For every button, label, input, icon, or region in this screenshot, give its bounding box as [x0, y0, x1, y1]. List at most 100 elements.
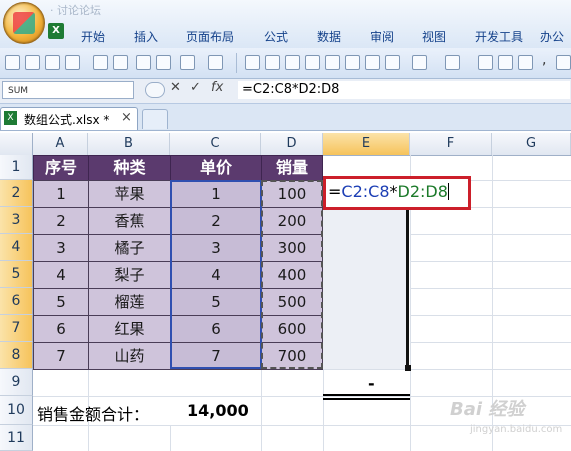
table-cell[interactable]: 6	[33, 315, 89, 343]
row-header-10[interactable]: 10	[0, 396, 33, 425]
cell-e9-value[interactable]: -	[368, 374, 375, 393]
row-header-3[interactable]: 3	[0, 207, 33, 234]
editing-cell-formula[interactable]: =C2:C8*D2:D8	[328, 182, 449, 201]
gridline	[410, 234, 571, 235]
copy-format-icon[interactable]	[5, 55, 20, 70]
close-icon[interactable]: ×	[121, 110, 132, 125]
row-header-2[interactable]: 2	[0, 180, 33, 207]
formula-range-d: D2:D8	[397, 182, 448, 201]
redo-icon[interactable]	[208, 55, 223, 70]
table-cell[interactable]: 2	[33, 207, 89, 235]
undo-icon[interactable]	[180, 55, 195, 70]
table-cell[interactable]: 榴莲	[88, 288, 171, 316]
number-format-icon[interactable]	[518, 55, 533, 70]
workbook-tab-label: 数组公式.xlsx *	[24, 113, 110, 127]
new-tab-button[interactable]	[142, 109, 168, 129]
merge-icon[interactable]	[478, 55, 493, 70]
table-cell[interactable]: 橘子	[88, 234, 171, 262]
tab-view[interactable]: 视图	[422, 28, 446, 46]
enter-icon[interactable]: ✓	[190, 80, 201, 95]
bold-icon[interactable]	[325, 55, 340, 70]
font-color-icon[interactable]	[412, 55, 427, 70]
office-button[interactable]	[3, 2, 45, 44]
header-cell-qty[interactable]: 销量	[261, 155, 323, 181]
gridline	[410, 315, 571, 316]
column-header-b[interactable]: B	[88, 133, 170, 155]
tab-page-layout[interactable]: 页面布局	[186, 28, 234, 46]
header-cell-index[interactable]: 序号	[33, 155, 89, 181]
italic-icon[interactable]	[345, 55, 360, 70]
align-left-icon[interactable]	[245, 55, 260, 70]
table-cell[interactable]: 5	[33, 288, 89, 316]
name-box[interactable]: SUM	[2, 81, 134, 99]
column-header-g[interactable]: G	[492, 133, 571, 155]
table-cell[interactable]: 苹果	[88, 180, 171, 208]
cut-icon[interactable]	[25, 55, 40, 70]
fill-handle[interactable]	[405, 365, 411, 371]
tab-data[interactable]: 数据	[317, 28, 341, 46]
row-header-9[interactable]: 9	[0, 369, 33, 396]
excel-app-icon[interactable]: X	[48, 23, 64, 39]
tab-home[interactable]: 开始	[81, 28, 105, 46]
table-cell[interactable]: 3	[33, 234, 89, 262]
column-header-f[interactable]: F	[410, 133, 492, 155]
comma-style-icon[interactable]: ,	[542, 52, 546, 68]
open-icon[interactable]	[65, 55, 80, 70]
column-header-a[interactable]: A	[33, 133, 88, 155]
align-center-icon[interactable]	[265, 55, 280, 70]
cancel-icon[interactable]: ✕	[170, 80, 181, 95]
table-cell[interactable]: 1	[33, 180, 89, 208]
row-header-4[interactable]: 4	[0, 234, 33, 261]
table-cell[interactable]: 7	[33, 342, 89, 370]
row-header-6[interactable]: 6	[0, 288, 33, 315]
save-icon[interactable]	[93, 55, 108, 70]
watermark-logo: Bai 经验	[450, 399, 525, 420]
row-header-7[interactable]: 7	[0, 315, 33, 342]
new-icon[interactable]	[45, 55, 60, 70]
table-cell[interactable]: 香蕉	[88, 207, 171, 235]
align-justify-icon[interactable]	[305, 55, 320, 70]
row-header-8[interactable]: 8	[0, 342, 33, 369]
tab-formulas[interactable]: 公式	[264, 28, 288, 46]
quick-access-text: · 讨论论坛	[50, 4, 101, 17]
column-header-e[interactable]: E	[323, 133, 410, 155]
table-cell[interactable]: 梨子	[88, 261, 171, 289]
excel-file-icon: X	[4, 111, 17, 125]
row-header-5[interactable]: 5	[0, 261, 33, 288]
align-right-icon[interactable]	[285, 55, 300, 70]
table-cell[interactable]: 山药	[88, 342, 171, 370]
table-cell[interactable]: 红果	[88, 315, 171, 343]
formula-operator: *	[389, 182, 398, 201]
insert-function-icon[interactable]: fx	[211, 80, 223, 95]
column-header-d[interactable]: D	[261, 133, 323, 155]
formula-input[interactable]: =C2:C8*D2:D8	[238, 81, 570, 99]
table-cell[interactable]: 4	[33, 261, 89, 289]
border-icon[interactable]	[445, 55, 460, 70]
text-cursor	[447, 183, 449, 200]
formula-range-c: C2:C8	[341, 182, 390, 201]
watermark-url: jingyan.baidu.com	[470, 424, 563, 435]
wrap-text-icon[interactable]	[498, 55, 513, 70]
tab-developer[interactable]: 开发工具	[475, 28, 523, 46]
tab-office[interactable]: 办公	[540, 28, 564, 46]
row-header-1[interactable]: 1	[0, 155, 33, 180]
total-label[interactable]: 销售金额合计：	[37, 401, 149, 425]
select-all-corner[interactable]	[0, 133, 33, 155]
decimal-icon[interactable]	[556, 55, 571, 70]
tab-review[interactable]: 审阅	[370, 28, 394, 46]
header-cell-kind[interactable]: 种类	[88, 155, 171, 181]
column-header-c[interactable]: C	[170, 133, 261, 155]
fill-color-icon[interactable]	[385, 55, 400, 70]
spellcheck-icon[interactable]	[156, 55, 171, 70]
gridline	[410, 342, 571, 343]
name-box-dropdown-icon[interactable]	[145, 82, 165, 98]
toolbar-separator	[236, 53, 237, 73]
print-icon[interactable]	[136, 55, 151, 70]
total-value[interactable]: 14,000	[187, 401, 249, 420]
formula-equals: =	[328, 182, 342, 201]
underline-icon[interactable]	[365, 55, 380, 70]
row-header-11[interactable]: 11	[0, 425, 33, 451]
header-cell-price[interactable]: 单价	[170, 155, 262, 181]
paintbrush-icon[interactable]	[113, 55, 128, 70]
tab-insert[interactable]: 插入	[134, 28, 158, 46]
